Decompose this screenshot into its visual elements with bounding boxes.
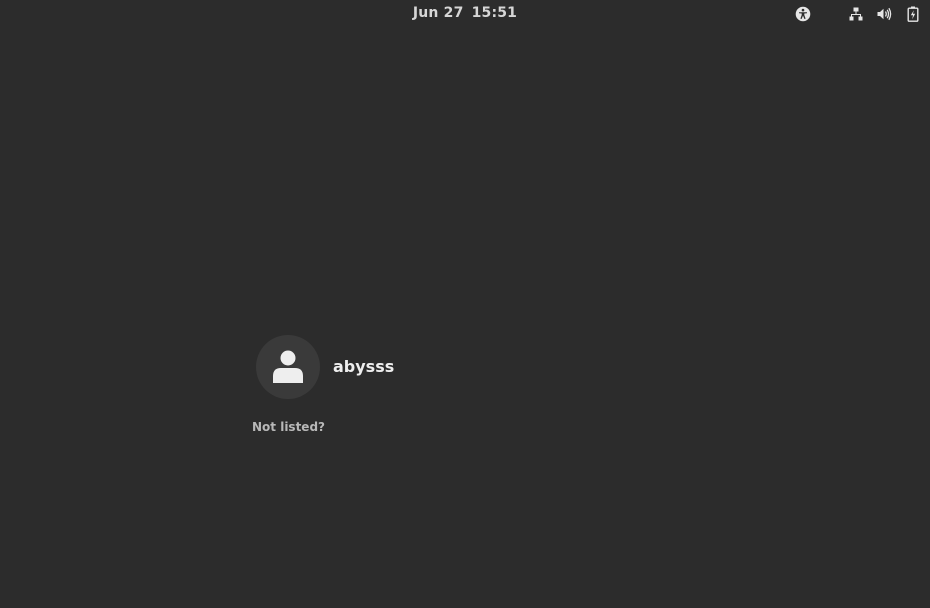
system-menu[interactable] [848, 6, 922, 22]
user-avatar-icon [256, 335, 320, 399]
volume-icon [876, 6, 892, 22]
top-bar: Jun 27 15:51 [0, 0, 930, 28]
not-listed-button[interactable]: Not listed? [252, 420, 325, 434]
clock-date: Jun 27 [412, 5, 464, 21]
user-list: abysss Not listed? [252, 335, 672, 445]
network-wired-icon [848, 6, 864, 22]
login-screen: Jun 27 15:51 abysss Not listed? [0, 0, 930, 608]
accessibility-icon [795, 6, 811, 22]
user-item[interactable]: abysss [256, 335, 556, 399]
date-time-menu[interactable]: Jun 27 15:51 [0, 5, 930, 21]
clock-time: 15:51 [471, 5, 518, 21]
battery-charging-icon [905, 6, 921, 22]
username-label: abysss [333, 357, 395, 376]
